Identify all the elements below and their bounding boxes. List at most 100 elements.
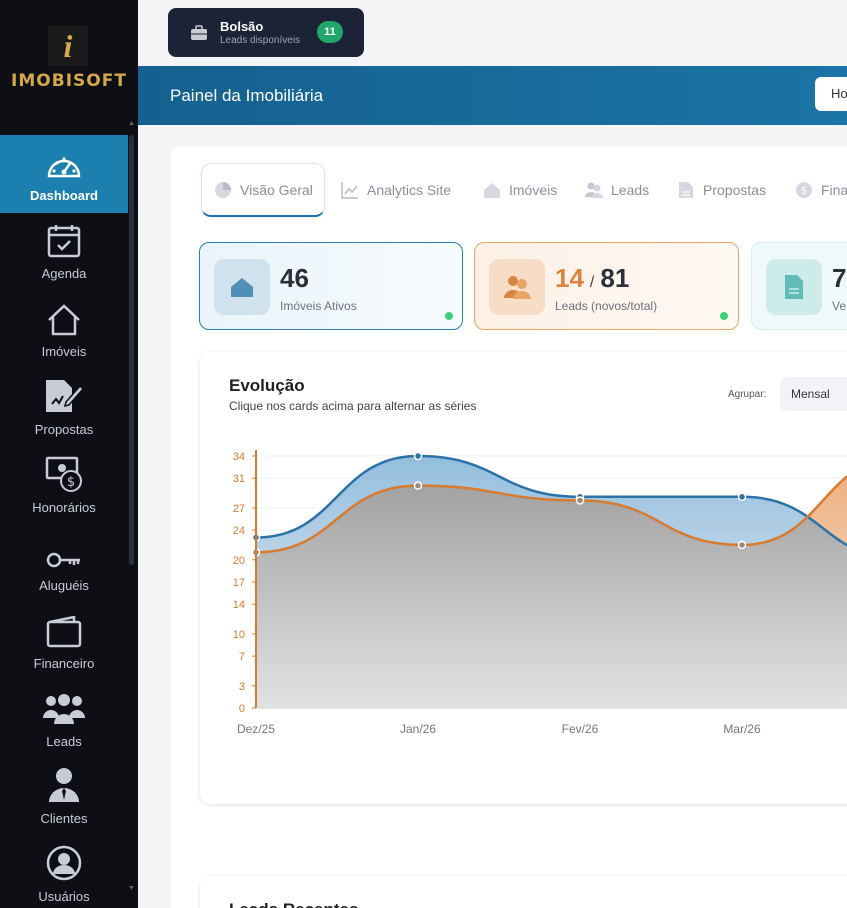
- money-icon: $: [45, 456, 82, 492]
- chart-card: Evolução Clique nos cards acima para alt…: [200, 352, 847, 804]
- series-1-point: [413, 481, 423, 490]
- sidebar-item-honorarios[interactable]: $ Honorários: [0, 447, 128, 525]
- tab-analytics-site[interactable]: Analytics Site: [341, 172, 451, 208]
- tab-label: Analytics Site: [367, 182, 452, 198]
- tab-propostas[interactable]: Propostas: [677, 172, 766, 208]
- leads-new-value: 14: [555, 263, 584, 293]
- document-edit-icon: [46, 380, 84, 412]
- series-0-point: [413, 451, 423, 461]
- header-bar: Painel da Imobiliária Ho: [138, 66, 847, 125]
- x-tick-label: Jan/26: [400, 722, 436, 736]
- x-tick-label: Dez/25: [237, 722, 275, 736]
- people-group-icon: [43, 694, 85, 724]
- bolsao-count-badge: 11: [317, 21, 343, 43]
- leads-total-value: 81: [600, 263, 630, 293]
- card-imoveis-ativos[interactable]: 46 Imóveis Ativos: [199, 242, 463, 330]
- y-tick-label: 34: [233, 451, 245, 463]
- tab-leads[interactable]: Leads: [585, 172, 649, 208]
- y-tick-label: 0: [239, 703, 245, 715]
- status-dot: [445, 312, 453, 320]
- sidebar-item-clientes[interactable]: Clientes: [0, 758, 128, 836]
- user-circle-icon: [46, 845, 82, 881]
- tab-label: Fina: [821, 182, 847, 198]
- pie-chart-icon: [215, 181, 231, 198]
- tab-label: Propostas: [703, 182, 767, 198]
- card-leads[interactable]: 14 / 81 Leads (novos/total): [474, 242, 739, 330]
- header-button[interactable]: Ho: [815, 77, 847, 111]
- document-icon: [679, 182, 693, 198]
- house-icon: [484, 183, 500, 198]
- key-icon: [46, 552, 80, 568]
- dollar-icon: $: [796, 182, 812, 198]
- calendar-check-icon: [47, 225, 81, 258]
- logo-text: IMOBISOFT: [11, 71, 127, 91]
- page-title: Painel da Imobiliária: [170, 86, 324, 105]
- sidebar: i IMOBISOFT Dashboard Agenda Imóveis Pro…: [0, 0, 138, 908]
- x-tick-label: Fev/26: [562, 722, 599, 736]
- sidebar-item-financeiro[interactable]: Financeiro: [0, 603, 128, 681]
- y-tick-label: 24: [233, 525, 245, 537]
- sidebar-item-alugueis[interactable]: Aluguéis: [0, 525, 128, 603]
- sidebar-item-label: Financeiro: [33, 656, 95, 671]
- scroll-down-icon[interactable]: ▼: [128, 885, 135, 892]
- scroll-up-icon[interactable]: ▲: [128, 120, 135, 127]
- sidebar-item-label: Clientes: [40, 811, 88, 826]
- y-tick-label: 7: [239, 651, 245, 663]
- sidebar-scrollbar[interactable]: [129, 135, 134, 565]
- sidebar-item-leads[interactable]: Leads: [0, 681, 128, 759]
- bolsao-title: Bolsão: [220, 19, 264, 34]
- tab-label: Visão Geral: [240, 181, 313, 198]
- document-icon: [766, 259, 822, 315]
- tab-financeiro[interactable]: $ Fina: [795, 172, 847, 208]
- series-1-point: [737, 540, 747, 550]
- sidebar-item-label: Propostas: [34, 422, 94, 437]
- x-tick-label: Mar/26: [723, 722, 761, 736]
- sidebar-item-usuarios[interactable]: Usuários: [0, 836, 128, 908]
- sidebar-item-label: Agenda: [41, 266, 87, 281]
- card-label: Ve: [832, 299, 847, 313]
- card-value: 14 / 81: [555, 263, 629, 294]
- card-value: 46: [280, 263, 309, 293]
- card-label: Imóveis Ativos: [280, 299, 357, 313]
- briefcase-icon: [191, 24, 207, 40]
- house-icon: [48, 304, 80, 336]
- card-vendas[interactable]: 7 Ve: [751, 242, 847, 330]
- line-chart-icon: [341, 182, 358, 199]
- sidebar-item-label: Imóveis: [41, 344, 87, 359]
- y-tick-label: 17: [233, 577, 245, 589]
- tab-label: Leads: [611, 182, 650, 198]
- series-0-point: [737, 492, 747, 502]
- sidebar-item-imoveis[interactable]: Imóveis: [0, 291, 128, 369]
- value-separator: /: [589, 274, 595, 291]
- y-tick-label: 3: [239, 681, 245, 693]
- sidebar-item-propostas[interactable]: Propostas: [0, 369, 128, 447]
- card-label: Leads (novos/total): [555, 299, 658, 313]
- chart: 0 3 7 10 14 17 20 24 27 31 34 Dez/25 Jan/26 Fev/26 Mar…: [233, 450, 847, 736]
- svg-text:$: $: [67, 475, 75, 490]
- svg-text:$: $: [801, 184, 808, 197]
- sidebar-item-label: Dashboard: [30, 188, 98, 203]
- users-icon: [585, 182, 603, 198]
- sidebar-item-dashboard[interactable]: Dashboard: [0, 135, 128, 213]
- tab-visao-geral[interactable]: Visão Geral: [201, 163, 325, 217]
- house-icon: [214, 259, 270, 315]
- sidebar-item-label: Aluguéis: [39, 578, 89, 593]
- sidebar-item-agenda[interactable]: Agenda: [0, 213, 128, 291]
- tab-imoveis[interactable]: Imóveis: [483, 172, 557, 208]
- gauge-icon: [47, 157, 81, 178]
- users-icon: [489, 259, 545, 315]
- y-tick-label: 20: [233, 555, 245, 567]
- status-dot: [720, 312, 728, 320]
- y-tick-label: 14: [233, 599, 245, 611]
- wallet-icon: [46, 616, 82, 648]
- y-tick-label: 10: [233, 629, 245, 641]
- bolsao-widget[interactable]: Bolsão Leads disponíveis 11: [168, 8, 364, 57]
- bolsao-subtitle: Leads disponíveis: [220, 35, 301, 46]
- tab-label: Imóveis: [509, 182, 558, 198]
- y-tick-label: 27: [233, 503, 245, 515]
- sidebar-item-label: Honorários: [32, 500, 96, 515]
- logo-icon: i: [48, 26, 88, 66]
- y-tick-label: 31: [233, 473, 245, 485]
- series-1-point: [575, 496, 585, 505]
- recent-leads-title: Leads Recentes: [229, 900, 358, 908]
